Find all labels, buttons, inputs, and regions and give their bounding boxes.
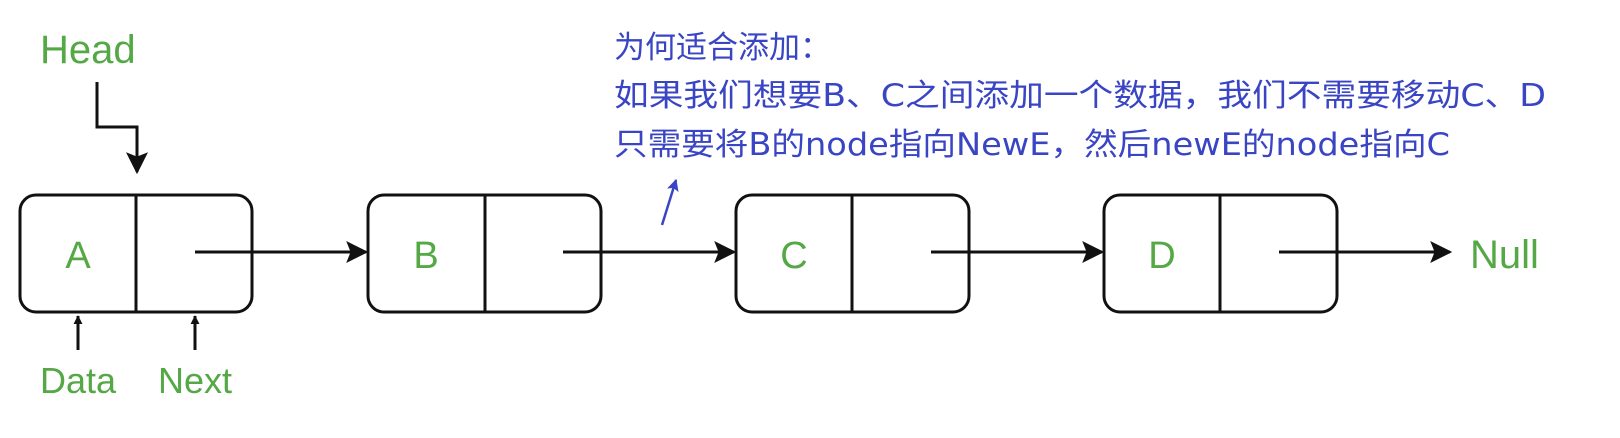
null-label: Null bbox=[1470, 233, 1539, 277]
head-label: Head bbox=[40, 28, 136, 72]
node-c-data: C bbox=[780, 235, 807, 277]
annotation-pointer-arrow bbox=[660, 178, 679, 226]
node-d-data: D bbox=[1148, 235, 1175, 277]
head-pointer-arrow bbox=[95, 82, 148, 175]
annotation-line-2: 如果我们想要B、C之间添加一个数据，我们不需要移动C、D bbox=[614, 78, 1546, 114]
data-field-label: Data bbox=[40, 360, 117, 401]
annotation-line-3: 只需要将B的node指向NewE，然后newE的node指向C bbox=[614, 127, 1450, 163]
annotation-line-1: 为何适合添加： bbox=[614, 30, 831, 66]
linked-list-diagram: Head A B C D Null Data Next 为何适合添加： 如果我们… bbox=[18, 28, 1546, 401]
node-b-data: B bbox=[413, 235, 438, 277]
node-a-data: A bbox=[65, 235, 91, 277]
next-field-label: Next bbox=[158, 360, 232, 401]
